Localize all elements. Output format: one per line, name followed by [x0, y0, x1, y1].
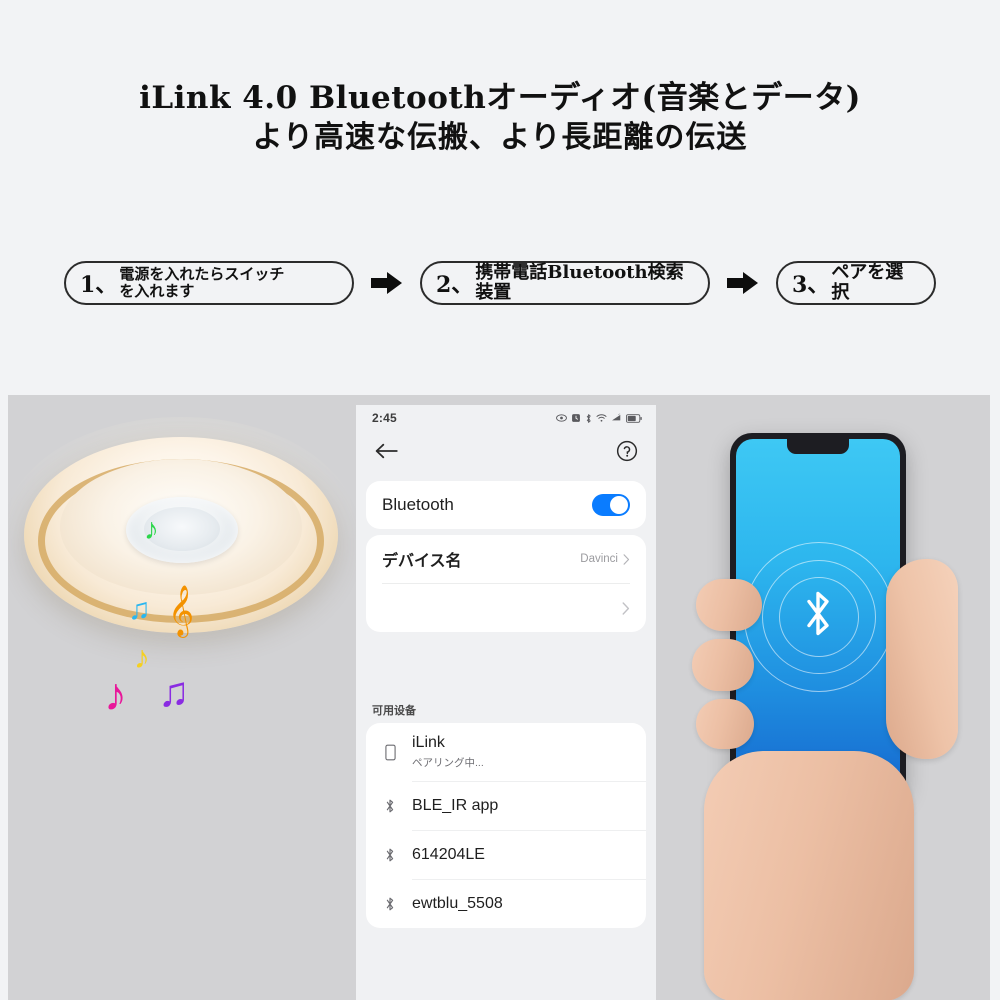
- steps-row: 1、 電源を入れたらスイッチ を入れます 2、 携帯電話Bluetooth検索装…: [0, 255, 1000, 311]
- signal-icon: [612, 413, 621, 421]
- device-phone-icon: [382, 744, 398, 761]
- device-row-ewtblu-5508[interactable]: ewtblu_5508: [366, 880, 646, 928]
- eye-icon: [556, 414, 567, 422]
- device-texts: BLE_IR app: [412, 797, 498, 815]
- phone-screen: [736, 439, 900, 793]
- step-2-number: 2、: [436, 272, 474, 298]
- bluetooth-icon: [586, 413, 591, 423]
- device-name-value-group: Davinci: [580, 553, 630, 565]
- chevron-right-icon: [622, 601, 630, 615]
- device-name-card: デバイス名 Davinci: [366, 535, 646, 632]
- device-name-row[interactable]: デバイス名 Davinci: [366, 535, 646, 583]
- device-name-value: Davinci: [580, 553, 618, 565]
- device-texts: 614204LE: [412, 846, 485, 864]
- step-1-label: 電源を入れたらスイッチ を入れます: [119, 265, 285, 300]
- page-title: iLink 4.0 Bluetoothオーディオ(音楽とデータ) より高速な伝搬…: [0, 0, 1000, 158]
- step-3-number: 3、: [792, 272, 830, 298]
- device-name: ewtblu_5508: [412, 895, 503, 912]
- music-note-icon: ♪: [134, 639, 150, 675]
- phone-device: [730, 433, 906, 793]
- bluetooth-icon: [801, 588, 835, 645]
- ceiling-lamp-image: ♪ ♫ 𝄞 ♪ ♪ ♫: [8, 417, 358, 763]
- available-devices-list: iLink ペアリング中... BLE_IR app 614204LE ewtb…: [366, 723, 646, 928]
- title-line-2: より高速な伝搬、より長距離の伝送: [252, 120, 748, 155]
- bluetooth-settings-screenshot: 2:45 Bluetooth デバイス名 Davinci 可用设备 iLink …: [356, 405, 656, 1000]
- available-devices-title: 可用设备: [372, 705, 416, 717]
- device-status: ペアリング中...: [412, 757, 484, 769]
- arrow-right-icon: [726, 268, 760, 298]
- help-circle-icon[interactable]: [616, 440, 638, 467]
- treble-clef-icon: 𝄞: [168, 586, 195, 635]
- title-line-1: iLink 4.0 Bluetoothオーディオ(音楽とデータ): [139, 80, 861, 116]
- bluetooth-label: Bluetooth: [382, 495, 454, 514]
- bluetooth-icon: [382, 847, 398, 863]
- arrow-right-icon: [370, 268, 404, 298]
- secondary-setting-value-group: [622, 601, 630, 615]
- arrow-left-icon[interactable]: [374, 442, 398, 465]
- music-note-icon: ♪: [144, 513, 159, 546]
- battery-icon: [626, 413, 642, 423]
- step-2-label: 携帯電話Bluetooth検索装置: [475, 262, 684, 303]
- wifi-icon: [596, 414, 607, 422]
- music-note-icon: ♫: [128, 593, 151, 626]
- step-1[interactable]: 1、 電源を入れたらスイッチ を入れます: [64, 261, 354, 305]
- bluetooth-icon: [382, 798, 398, 814]
- device-name: 614204LE: [412, 846, 485, 863]
- hand-holding-phone-image: [668, 415, 988, 1000]
- status-bar-icons: [556, 413, 642, 424]
- status-bar: 2:45: [356, 405, 656, 431]
- step-2[interactable]: 2、 携帯電話Bluetooth検索装置: [420, 261, 710, 305]
- bluetooth-row[interactable]: Bluetooth: [366, 481, 646, 529]
- device-name: iLink: [412, 734, 445, 751]
- device-row-ble-ir-app[interactable]: BLE_IR app: [366, 782, 646, 830]
- alarm-icon: [572, 414, 580, 422]
- chevron-right-icon: [623, 553, 630, 565]
- device-row-ilink[interactable]: iLink ペアリング中...: [366, 723, 646, 781]
- step-3-label: ペアを選択: [831, 262, 904, 303]
- secondary-setting-row[interactable]: [366, 584, 646, 632]
- status-bar-time: 2:45: [372, 411, 397, 425]
- device-row-614204le[interactable]: 614204LE: [366, 831, 646, 879]
- music-note-icon: ♫: [158, 668, 190, 715]
- music-note-icon: ♪: [104, 668, 127, 720]
- product-photo-panel: ♪ ♫ 𝄞 ♪ ♪ ♫ 2:45 Bluetooth デバイス名 Davinci…: [8, 395, 990, 1000]
- device-texts: ewtblu_5508: [412, 895, 503, 913]
- bluetooth-toggle[interactable]: [592, 494, 630, 516]
- step-3[interactable]: 3、 ペアを選択: [776, 261, 936, 305]
- device-texts: iLink ペアリング中...: [412, 734, 484, 770]
- phone-notch: [787, 439, 849, 454]
- device-name: BLE_IR app: [412, 797, 499, 814]
- step-1-number: 1、: [80, 272, 118, 298]
- bluetooth-icon: [382, 896, 398, 912]
- app-bar: [356, 431, 656, 475]
- device-name-label: デバイス名: [382, 553, 462, 570]
- bluetooth-card: Bluetooth: [366, 481, 646, 529]
